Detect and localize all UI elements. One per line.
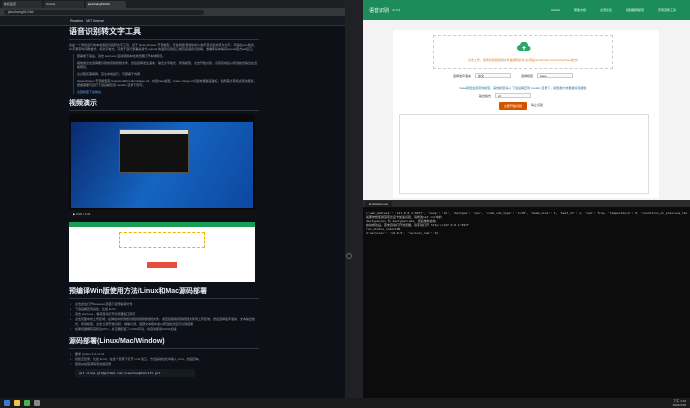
taskbar: 下午 4:16 2024/3/18 (0, 398, 690, 408)
main-card: 点击上传，或者将音频视频文件拖拽到此处(必须是mp4/mp3/mov/mkv/a… (393, 30, 659, 198)
deploy-item-4: 点击页面中的上传区域，在弹窗中找到想识别的音频或视频文件，或直接拖拽音频视频文件… (69, 317, 259, 327)
nav-docs[interactable]: 帮助文档 (574, 8, 586, 12)
app-nav: Github 帮助文档 交流论坛 视频翻译配音 声音克隆工具 (551, 8, 690, 12)
stt-app-window: 语音识别 v0.0.9 Github 帮助文档 交流论坛 视频翻译配音 声音克隆… (363, 0, 690, 200)
upload-dropzone[interactable]: 点击上传，或者将音频视频文件拖拽到此处(必须是mp4/mp3/mov/mkv/a… (433, 35, 613, 69)
stop-button[interactable]: 停止识别 (531, 103, 543, 107)
result-textarea[interactable] (399, 114, 649, 194)
tab-stt[interactable]: jianchang512/stt (86, 0, 126, 8)
model-select[interactable]: base (537, 73, 574, 78)
terminal-window: E:\stt\start.exe {'web_address': '127.0.… (363, 200, 690, 398)
models-download-link[interactable]: 全部模型下载地址 (77, 90, 259, 94)
terminal-tab[interactable]: E:\stt\start.exe (365, 200, 393, 207)
chrome-icon[interactable] (24, 400, 30, 406)
video-heading: 视频演示 (69, 98, 259, 111)
tab-github[interactable]: GitHub (44, 0, 84, 8)
video-time: 0:00 / 1:31 (76, 212, 91, 216)
app-brand: 语音识别 (369, 7, 390, 14)
repo-nav-readme[interactable]: Readme (70, 19, 83, 23)
address-bar: jianchang512/stt (0, 8, 345, 16)
lang-select[interactable]: 中文 (475, 73, 512, 78)
start-icon[interactable] (4, 400, 10, 406)
lang-label: 选择发声语言 (453, 73, 472, 78)
source-heading: 源码部署(Linux/Mac/Window) (69, 336, 259, 349)
bullet-2: 拖拽或点击选择要识别的音频视频文件，然后选择发生语言、输出文字格式、所用模型，点… (77, 61, 258, 69)
demo-video[interactable]: ▶ 0:00 / 1:31 (69, 114, 255, 218)
app-header: 语音识别 v0.0.9 Github 帮助文档 交流论坛 视频翻译配音 声音克隆… (363, 0, 690, 20)
format-select[interactable]: srt (495, 93, 532, 98)
app-version: v0.0.9 (392, 8, 401, 12)
tab-bar: 新标签页 GitHub jianchang512/stt (0, 0, 345, 8)
nav-github[interactable]: Github (551, 8, 560, 12)
intro-text: 这是一个离线运行的本地语音识别转文字工具，基于 fasterwhipser 开源… (69, 43, 257, 51)
terminal-tab-bar: E:\stt\start.exe (363, 200, 690, 207)
deploy-item-5: 如果机器拥有英伟达GPU，并正确配置了CUDA环境，将自动使用CUDA加速 (69, 327, 259, 332)
window-divider (345, 0, 363, 398)
readme-content: 语音识别转文字工具 这是一个离线运行的本地语音识别转文字工具，基于 faster… (69, 26, 259, 379)
deploy-heading: 预编译Win版使用方法/Linux和Mac源码部署 (69, 286, 259, 299)
video-terminal-frame (119, 129, 189, 173)
terminal-icon[interactable] (34, 400, 40, 406)
model-hint: base模型会自带的模型，其他模型请从 下载后解压到 models 目录下，模型… (459, 86, 587, 90)
video-controls[interactable]: ▶ 0:00 / 1:31 (69, 210, 255, 218)
bullet-1: 部署或下载后，双击 start.exe 自动调用本地浏览器打开本地网页。 (77, 54, 166, 58)
left-browser-window: 新标签页 GitHub jianchang512/stt jianchang51… (0, 0, 345, 398)
app-screenshot (69, 222, 255, 282)
clock[interactable]: 下午 4:16 2024/3/18 (673, 399, 690, 407)
cloud-upload-icon (517, 42, 531, 51)
start-button[interactable]: 立即开始识别 (499, 102, 527, 110)
explorer-icon[interactable] (14, 400, 20, 406)
url-input[interactable]: jianchang512/stt (4, 9, 204, 15)
format-label: 输出格式 (479, 93, 492, 98)
format-row: 输出格式 srt (479, 93, 532, 98)
terminal-line: d'versionc': 'v0.0.9', 'version_num': 9} (366, 231, 439, 235)
nav-video-translate[interactable]: 视频翻译配音 (626, 8, 644, 12)
terminal-output: {'web_address': '127.0.0.1:9977', 'lang'… (363, 207, 690, 239)
bullet-4: fasterwhisper 开源模型有 base/small/medium/la… (77, 79, 257, 87)
bullet-3: 全过程无需联网，完全本地运行，可部署于内网 (77, 72, 141, 76)
nav-voice-clone[interactable]: 声音克隆工具 (658, 8, 676, 12)
clock-date: 2024/3/18 (672, 403, 686, 407)
code-block: git clone git@github.com:jianchang512/st… (75, 369, 195, 377)
page-title: 语音识别转文字工具 (69, 26, 259, 40)
source-item-3: 使用git拉取源码到当前目录 (69, 362, 259, 367)
repo-nav: Readme MIT license (0, 16, 345, 26)
options-row: 选择发声语言 中文 选择模型 base (453, 73, 574, 78)
dropzone-text: 点击上传，或者将音频视频文件拖拽到此处(必须是mp4/mp3/mov/mkv/a… (467, 58, 579, 62)
radio-icon[interactable] (346, 253, 352, 259)
play-icon[interactable]: ▶ (73, 212, 75, 216)
repo-nav-license[interactable]: MIT license (86, 19, 104, 23)
tab-newtab[interactable]: 新标签页 (2, 0, 42, 8)
nav-forum[interactable]: 交流论坛 (600, 8, 612, 12)
model-label: 选择模型 (521, 73, 534, 78)
